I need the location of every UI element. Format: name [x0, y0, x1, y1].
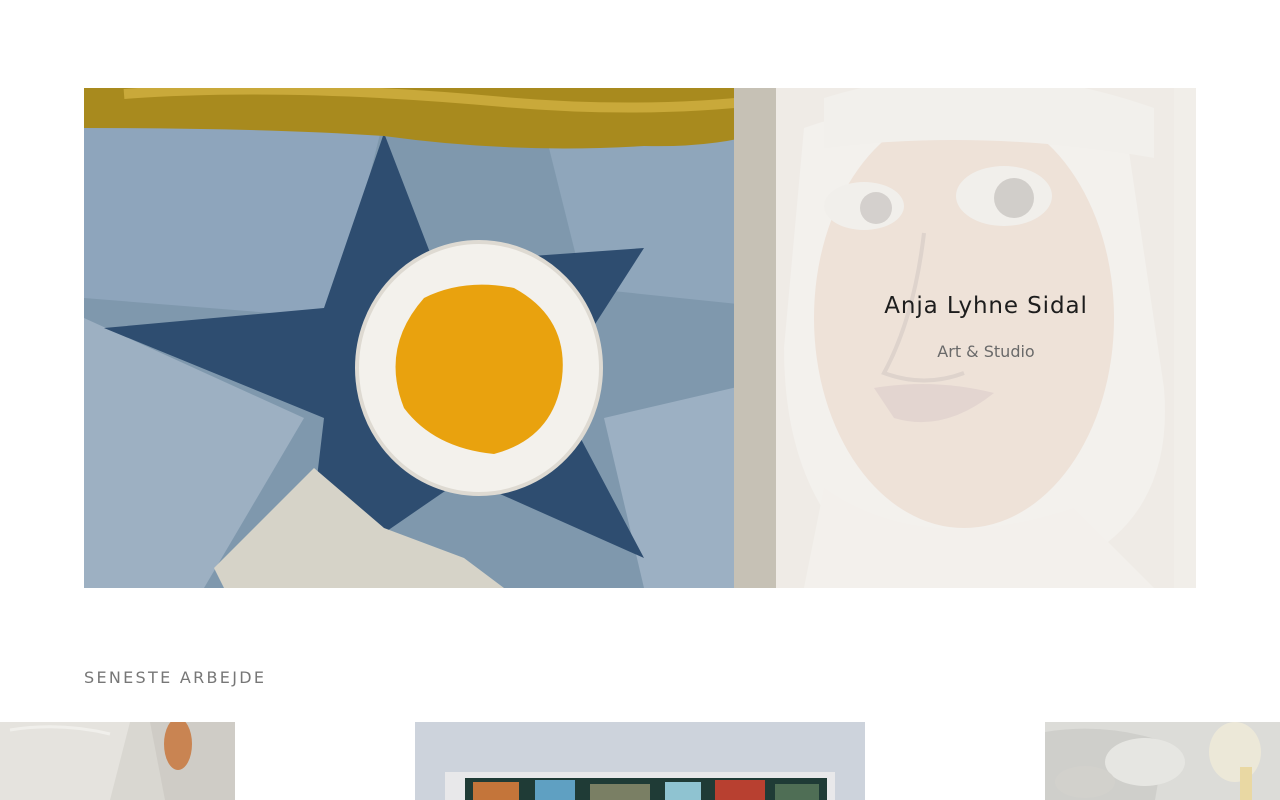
painting-thumbnail-image — [0, 722, 235, 800]
latest-work-item[interactable] — [1045, 722, 1280, 800]
latest-work-item[interactable] — [0, 722, 235, 800]
artist-name-title: Anja Lyhne Sidal — [884, 293, 1088, 319]
latest-work-heading: SENESTE ARBEJDE — [84, 668, 267, 687]
painting-thumbnail-image — [1045, 722, 1280, 800]
latest-work-item[interactable] — [415, 722, 865, 800]
hero-banner: Anja Lyhne Sidal Art & Studio — [84, 88, 1196, 588]
hero-subtitle: Art & Studio — [937, 342, 1035, 361]
hero-text-overlay — [776, 88, 1196, 588]
painting-thumbnail-image — [415, 722, 865, 800]
